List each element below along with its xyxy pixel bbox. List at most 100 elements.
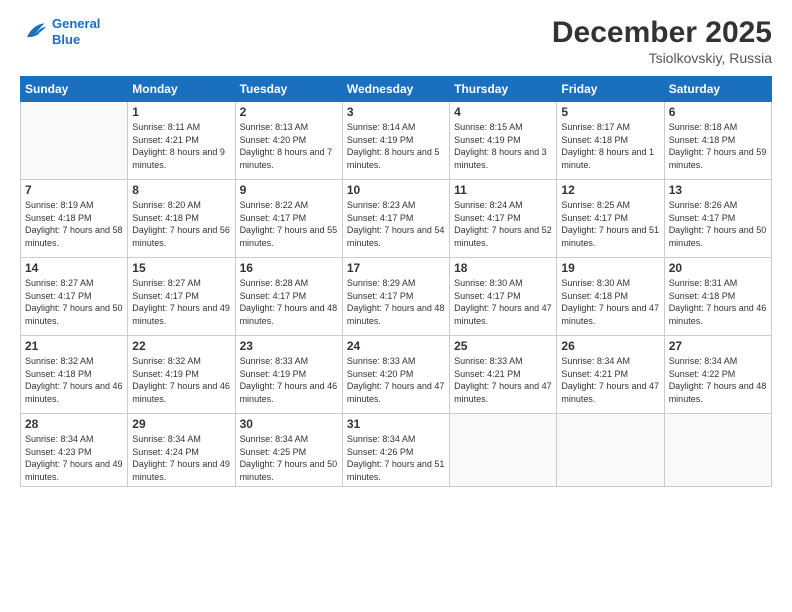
calendar: Sunday Monday Tuesday Wednesday Thursday… (20, 76, 772, 487)
day-info: Sunrise: 8:33 AMSunset: 4:21 PMDaylight:… (454, 355, 552, 405)
table-row: 3 Sunrise: 8:14 AMSunset: 4:19 PMDaylight… (342, 102, 449, 180)
day-number: 5 (561, 105, 659, 119)
day-info: Sunrise: 8:20 AMSunset: 4:18 PMDaylight:… (132, 199, 230, 249)
table-row: 21 Sunrise: 8:32 AMSunset: 4:18 PMDayligh… (21, 336, 128, 414)
table-row: 27Sunrise: 8:34 AMSunset: 4:22 PMDayligh… (664, 336, 771, 414)
table-row: 2 Sunrise: 8:13 AMSunset: 4:20 PMDaylight… (235, 102, 342, 180)
day-info: Sunrise: 8:34 AMSunset: 4:25 PMDaylight:… (240, 433, 338, 483)
table-row: 4 Sunrise: 8:15 AMSunset: 4:19 PMDaylight… (450, 102, 557, 180)
day-number: 28 (25, 417, 123, 431)
day-number: 10 (347, 183, 445, 197)
day-info: Sunrise: 8:15 AMSunset: 4:19 PMDaylight:… (454, 121, 552, 171)
header-thursday: Thursday (450, 77, 557, 102)
day-info: Sunrise: 8:27 AMSunset: 4:17 PMDaylight:… (132, 277, 230, 327)
table-row: 30 Sunrise: 8:34 AMSunset: 4:25 PMDayligh… (235, 414, 342, 487)
header-friday: Friday (557, 77, 664, 102)
day-number: 29 (132, 417, 230, 431)
day-number: 14 (25, 261, 123, 275)
table-row: 12 Sunrise: 8:25 AMSunset: 4:17 PMDayligh… (557, 180, 664, 258)
day-info: Sunrise: 8:32 AMSunset: 4:18 PMDaylight:… (25, 355, 123, 405)
day-number: 21 (25, 339, 123, 353)
day-info: Sunrise: 8:34 AMSunset: 4:24 PMDaylight:… (132, 433, 230, 483)
table-row: 8Sunrise: 8:20 AMSunset: 4:18 PMDaylight… (128, 180, 235, 258)
day-number: 2 (240, 105, 338, 119)
day-number: 6 (669, 105, 767, 119)
table-row: 13 Sunrise: 8:26 AMSunset: 4:17 PMDayligh… (664, 180, 771, 258)
table-row: 1 Sunrise: 8:11 AMSunset: 4:21 PMDaylight… (128, 102, 235, 180)
day-number: 30 (240, 417, 338, 431)
logo-text: General Blue (52, 16, 100, 47)
logo: General Blue (20, 16, 100, 47)
day-info: Sunrise: 8:14 AMSunset: 4:19 PMDaylight:… (347, 121, 445, 171)
day-info: Sunrise: 8:31 AMSunset: 4:18 PMDaylight:… (669, 277, 767, 327)
day-number: 1 (132, 105, 230, 119)
table-row: 15 Sunrise: 8:27 AMSunset: 4:17 PMDayligh… (128, 258, 235, 336)
day-number: 15 (132, 261, 230, 275)
day-number: 17 (347, 261, 445, 275)
table-row: 31 Sunrise: 8:34 AMSunset: 4:26 PMDayligh… (342, 414, 449, 487)
day-info: Sunrise: 8:17 AMSunset: 4:18 PMDaylight:… (561, 121, 659, 171)
day-info: Sunrise: 8:34 AMSunset: 4:26 PMDaylight:… (347, 433, 445, 483)
day-number: 12 (561, 183, 659, 197)
table-row (664, 414, 771, 487)
day-info: Sunrise: 8:34 AMSunset: 4:23 PMDaylight:… (25, 433, 123, 483)
day-number: 19 (561, 261, 659, 275)
table-row: 19 Sunrise: 8:30 AMSunset: 4:18 PMDayligh… (557, 258, 664, 336)
month-title: December 2025 (552, 16, 772, 50)
table-row: 29 Sunrise: 8:34 AMSunset: 4:24 PMDayligh… (128, 414, 235, 487)
day-number: 7 (25, 183, 123, 197)
table-row: 9Sunrise: 8:22 AMSunset: 4:17 PMDaylight… (235, 180, 342, 258)
header: General Blue December 2025 Tsiolkovskiy,… (20, 16, 772, 66)
day-number: 25 (454, 339, 552, 353)
day-number: 13 (669, 183, 767, 197)
logo-line1: General (52, 16, 100, 31)
day-info: Sunrise: 8:19 AMSunset: 4:18 PMDaylight:… (25, 199, 123, 249)
table-row (450, 414, 557, 487)
day-info: Sunrise: 8:30 AMSunset: 4:18 PMDaylight:… (561, 277, 659, 327)
table-row: 23Sunrise: 8:33 AMSunset: 4:19 PMDayligh… (235, 336, 342, 414)
header-tuesday: Tuesday (235, 77, 342, 102)
header-wednesday: Wednesday (342, 77, 449, 102)
day-number: 31 (347, 417, 445, 431)
day-info: Sunrise: 8:23 AMSunset: 4:17 PMDaylight:… (347, 199, 445, 249)
day-number: 3 (347, 105, 445, 119)
location-title: Tsiolkovskiy, Russia (552, 50, 772, 66)
day-info: Sunrise: 8:33 AMSunset: 4:20 PMDaylight:… (347, 355, 445, 405)
day-info: Sunrise: 8:11 AMSunset: 4:21 PMDaylight:… (132, 121, 230, 171)
day-info: Sunrise: 8:18 AMSunset: 4:18 PMDaylight:… (669, 121, 767, 171)
table-row: 18Sunrise: 8:30 AMSunset: 4:17 PMDayligh… (450, 258, 557, 336)
table-row: 17 Sunrise: 8:29 AMSunset: 4:17 PMDayligh… (342, 258, 449, 336)
table-row: 20Sunrise: 8:31 AMSunset: 4:18 PMDayligh… (664, 258, 771, 336)
day-info: Sunrise: 8:26 AMSunset: 4:17 PMDaylight:… (669, 199, 767, 249)
logo-line2: Blue (52, 32, 80, 47)
table-row: 7 Sunrise: 8:19 AMSunset: 4:18 PMDaylight… (21, 180, 128, 258)
table-row: 6 Sunrise: 8:18 AMSunset: 4:18 PMDaylight… (664, 102, 771, 180)
day-number: 16 (240, 261, 338, 275)
day-info: Sunrise: 8:34 AMSunset: 4:22 PMDaylight:… (669, 355, 767, 405)
day-number: 22 (132, 339, 230, 353)
day-info: Sunrise: 8:33 AMSunset: 4:19 PMDaylight:… (240, 355, 338, 405)
table-row: 16Sunrise: 8:28 AMSunset: 4:17 PMDayligh… (235, 258, 342, 336)
table-row: 25 Sunrise: 8:33 AMSunset: 4:21 PMDayligh… (450, 336, 557, 414)
day-info: Sunrise: 8:27 AMSunset: 4:17 PMDaylight:… (25, 277, 123, 327)
table-row: 14 Sunrise: 8:27 AMSunset: 4:17 PMDayligh… (21, 258, 128, 336)
weekday-header-row: Sunday Monday Tuesday Wednesday Thursday… (21, 77, 772, 102)
table-row: 11Sunrise: 8:24 AMSunset: 4:17 PMDayligh… (450, 180, 557, 258)
day-info: Sunrise: 8:29 AMSunset: 4:17 PMDaylight:… (347, 277, 445, 327)
day-info: Sunrise: 8:30 AMSunset: 4:17 PMDaylight:… (454, 277, 552, 327)
day-info: Sunrise: 8:13 AMSunset: 4:20 PMDaylight:… (240, 121, 338, 171)
day-info: Sunrise: 8:25 AMSunset: 4:17 PMDaylight:… (561, 199, 659, 249)
table-row: 26Sunrise: 8:34 AMSunset: 4:21 PMDayligh… (557, 336, 664, 414)
table-row: 28 Sunrise: 8:34 AMSunset: 4:23 PMDayligh… (21, 414, 128, 487)
title-block: December 2025 Tsiolkovskiy, Russia (552, 16, 772, 66)
day-info: Sunrise: 8:34 AMSunset: 4:21 PMDaylight:… (561, 355, 659, 405)
day-info: Sunrise: 8:22 AMSunset: 4:17 PMDaylight:… (240, 199, 338, 249)
logo-icon (20, 18, 48, 46)
header-sunday: Sunday (21, 77, 128, 102)
table-row: 5 Sunrise: 8:17 AMSunset: 4:18 PMDaylight… (557, 102, 664, 180)
day-number: 4 (454, 105, 552, 119)
day-number: 24 (347, 339, 445, 353)
table-row: 10 Sunrise: 8:23 AMSunset: 4:17 PMDayligh… (342, 180, 449, 258)
day-info: Sunrise: 8:24 AMSunset: 4:17 PMDaylight:… (454, 199, 552, 249)
table-row (557, 414, 664, 487)
